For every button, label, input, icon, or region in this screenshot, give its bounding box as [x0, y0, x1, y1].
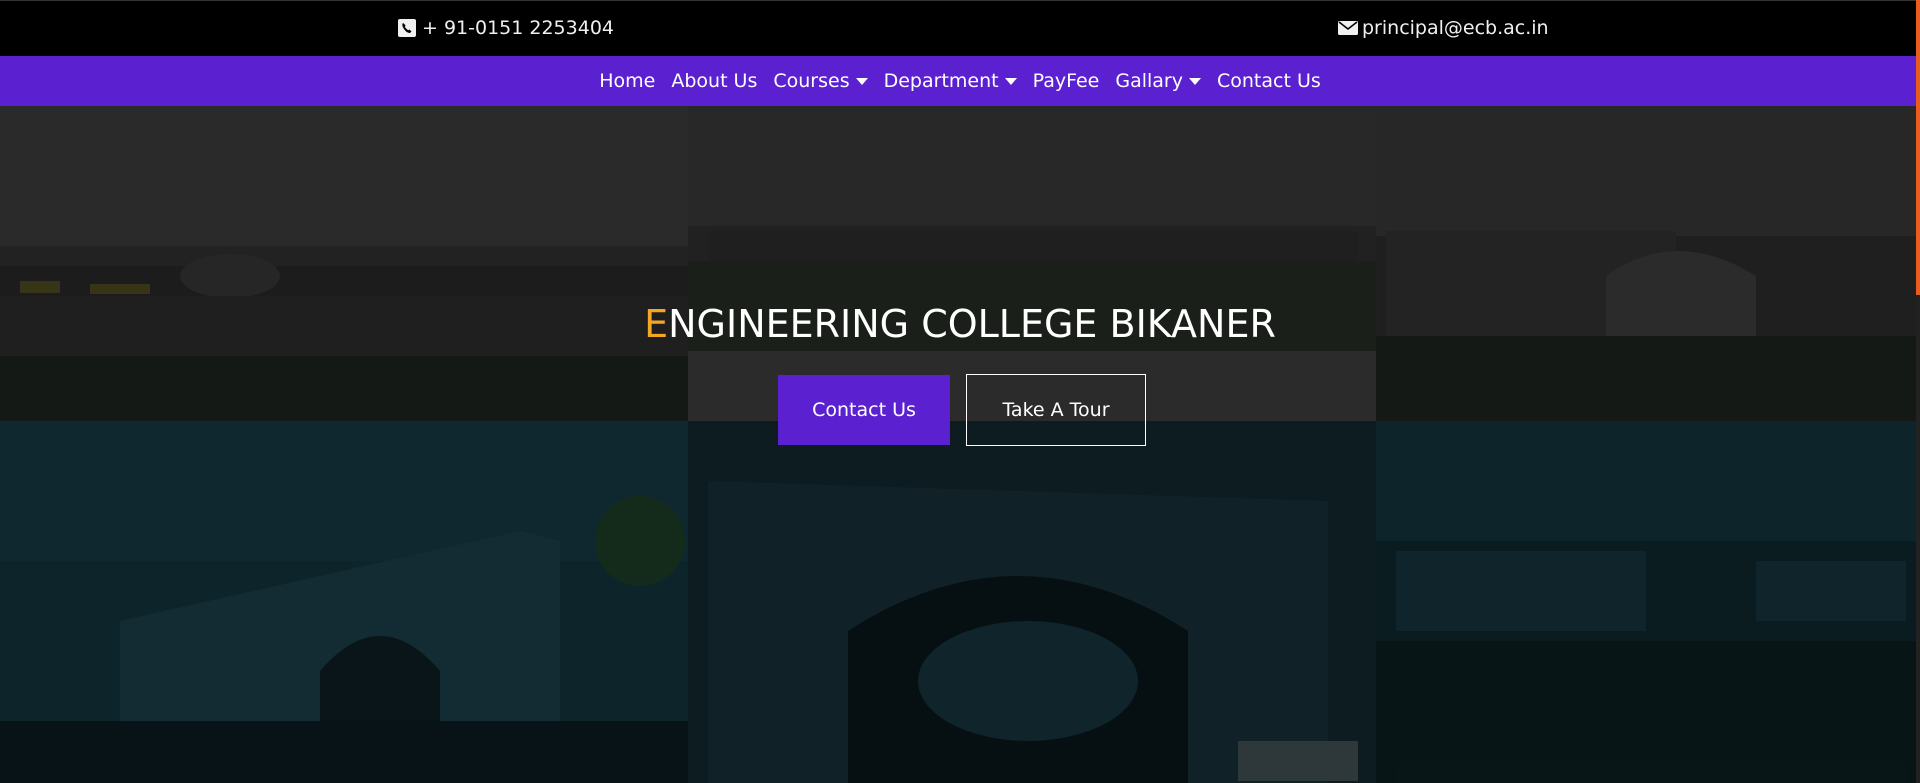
hero-title: ENGINEERING COLLEGE BIKANER — [0, 302, 1920, 346]
nav-department[interactable]: Department — [876, 70, 1025, 92]
nav-payfee[interactable]: PayFee — [1025, 70, 1108, 92]
nav-contact-us-label: Contact Us — [1216, 70, 1321, 92]
scrollbar-track[interactable] — [1916, 0, 1920, 783]
email-address: principal@ecb.ac.in — [1362, 17, 1549, 39]
nav-gallary-label: Gallary — [1115, 70, 1183, 92]
hero-overlay — [0, 106, 1920, 783]
phone-icon — [398, 19, 416, 37]
phone-number: + 91-0151 2253404 — [422, 17, 615, 39]
nav-home-label: Home — [599, 70, 656, 92]
nav-payfee-label: PayFee — [1032, 70, 1100, 92]
caret-down-icon — [1188, 77, 1201, 85]
phone-contact[interactable]: + 91-0151 2253404 — [398, 17, 614, 39]
nav-courses-label: Courses — [773, 70, 850, 92]
hero-title-text: NGINEERING COLLEGE BIKANER — [668, 302, 1276, 346]
email-contact[interactable]: principal@ecb.ac.in — [1338, 17, 1549, 39]
scrollbar-thumb[interactable] — [1916, 0, 1920, 295]
hero-title-accent-letter: E — [644, 302, 669, 346]
caret-down-icon — [1004, 77, 1017, 85]
top-contact-bar: + 91-0151 2253404 principal@ecb.ac.in — [0, 0, 1920, 56]
nav-contact-us[interactable]: Contact Us — [1209, 70, 1329, 92]
nav-courses[interactable]: Courses — [765, 70, 875, 92]
nav-about-us[interactable]: About Us — [663, 70, 765, 92]
hero-section: ENGINEERING COLLEGE BIKANER Contact Us T… — [0, 106, 1920, 783]
contact-us-button[interactable]: Contact Us — [778, 375, 950, 445]
envelope-icon — [1338, 19, 1358, 37]
caret-down-icon — [855, 77, 868, 85]
main-navbar: Home About Us Courses Department PayFee … — [0, 56, 1920, 106]
nav-about-us-label: About Us — [671, 70, 758, 92]
nav-gallary[interactable]: Gallary — [1107, 70, 1209, 92]
nav-home[interactable]: Home — [591, 70, 663, 92]
nav-department-label: Department — [883, 70, 999, 92]
take-a-tour-button[interactable]: Take A Tour — [966, 374, 1146, 446]
